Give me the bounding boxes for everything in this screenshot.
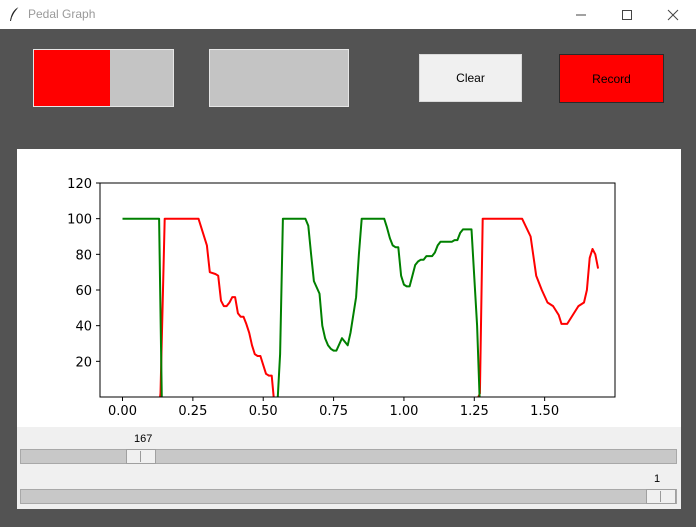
y-tick-label: 100 — [67, 213, 92, 228]
throttle-meter-fill — [34, 50, 111, 106]
plot-panel: 0.00 0.25 0.50 0.75 1.00 1.25 1.50 20 40 60 80 100 1… — [17, 149, 681, 427]
x-tick-label: 0.25 — [178, 404, 207, 419]
minimize-button[interactable] — [558, 0, 604, 29]
brake-meter — [209, 49, 349, 107]
feather-icon — [10, 6, 20, 21]
maximize-button[interactable] — [604, 0, 650, 29]
window-title: Pedal Graph — [28, 7, 96, 21]
slider-area: 167 1 — [17, 427, 681, 509]
x-tick-label: 0.75 — [319, 404, 348, 419]
position-slider[interactable] — [20, 449, 677, 464]
x-tick-label: 1.00 — [389, 404, 418, 419]
close-icon — [667, 9, 679, 21]
y-tick-label: 20 — [75, 355, 92, 370]
throttle-meter — [33, 49, 174, 107]
x-tick-label: 0.50 — [249, 404, 278, 419]
minimize-icon — [576, 14, 586, 16]
zoom-slider-thumb[interactable] — [646, 489, 676, 504]
zoom-slider-value: 1 — [654, 473, 661, 485]
y-tick-label: 80 — [75, 248, 92, 263]
y-tick-label: 60 — [75, 284, 92, 299]
close-button[interactable] — [650, 0, 696, 29]
maximize-icon — [622, 10, 632, 20]
x-tick-label: 0.00 — [108, 404, 137, 419]
pedal-chart: 0.00 0.25 0.50 0.75 1.00 1.25 1.50 20 40 60 80 100 1… — [67, 177, 616, 419]
x-tick-label: 1.25 — [460, 404, 489, 419]
zoom-slider[interactable] — [20, 489, 677, 504]
title-bar: Pedal Graph — [0, 0, 696, 29]
x-tick-label: 1.50 — [530, 404, 559, 419]
record-button[interactable]: Record — [559, 54, 664, 103]
y-tick-label: 40 — [75, 320, 92, 335]
y-tick-label: 120 — [67, 177, 92, 192]
series-line-1 — [122, 217, 481, 397]
position-slider-thumb[interactable] — [126, 449, 156, 464]
clear-button[interactable]: Clear — [419, 54, 522, 102]
position-slider-value: 167 — [134, 433, 153, 445]
